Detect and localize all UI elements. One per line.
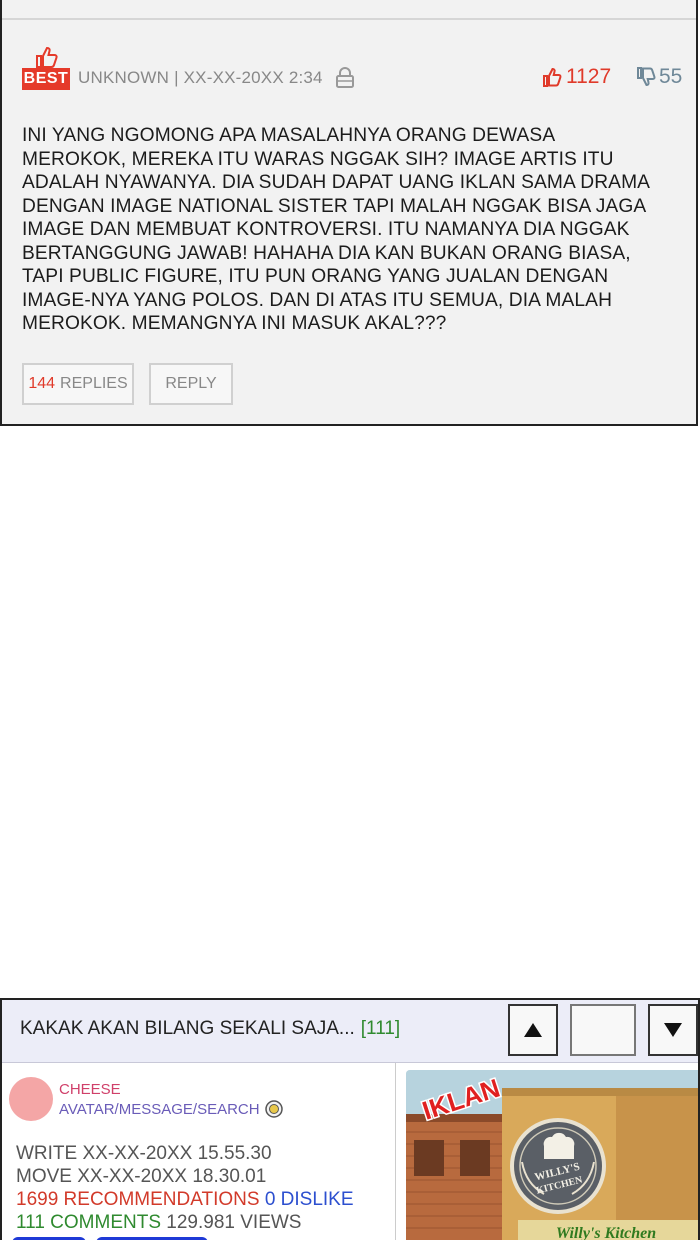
list-button[interactable] [570,1004,636,1056]
author-links-text: AVATAR/MESSAGE/SEARCH [59,1100,260,1118]
comment-author[interactable]: UNKNOWN [78,68,169,87]
replies-label: REPLIES [60,375,128,392]
comment-meta: UNKNOWN | XX-XX-20XX 2:34 [78,68,323,88]
best-badge: BEST [22,46,70,92]
comment-body: INI YANG NGOMONG APA MASALAHNYA ORANG DE… [22,125,651,334]
best-thumbs-up-icon [36,46,58,68]
post-title[interactable]: KAKAK AKAN BILANG SEKALI SAJA... [111] [20,1018,400,1040]
dislike-button[interactable]: 55 [636,64,682,90]
write-info: WRITE XX-XX-20XX 15.55.30 [16,1143,272,1165]
ad-storefront-text: Willy's Kitchen [556,1225,656,1240]
avatar[interactable] [9,1077,53,1121]
next-post-button[interactable] [648,1004,698,1056]
move-info: MOVE XX-XX-20XX 18.30.01 [16,1166,266,1188]
author-links[interactable]: AVATAR/MESSAGE/SEARCH [59,1100,283,1118]
like-button[interactable]: 1127 [542,64,611,90]
like-count: 1127 [566,65,612,88]
move-label: MOVE [16,1166,72,1187]
thumbs-down-icon [637,67,656,87]
replies-count: 144 [28,375,56,392]
divider [2,18,696,20]
arrow-down-icon [664,1023,682,1037]
column-divider [395,1063,396,1240]
recommendations: 1699 RECOMMENDATIONS [16,1189,260,1210]
views-total: 129.981 VIEWS [166,1212,302,1233]
ad-banner[interactable]: WILLY'S KITCHEN Willy's Kitchen IKLAN [406,1070,698,1240]
comment-timestamp: XX-XX-20XX 2:34 [183,68,323,87]
comments-total: 111 COMMENTS [16,1212,161,1233]
ad-illustration: WILLY'S KITCHEN Willy's Kitchen IKLAN [406,1070,698,1240]
comments-info: 111 COMMENTS 129.981 VIEWS [16,1212,301,1234]
best-comment-card: BEST UNKNOWN | XX-XX-20XX 2:34 1127 55 I… [0,0,698,426]
write-label: WRITE [16,1143,78,1164]
thumbs-up-icon [543,67,562,87]
reply-button[interactable]: REPLY [149,363,233,405]
coin-icon [264,1100,283,1118]
post-info: CHEESE AVATAR/MESSAGE/SEARCH WRITE XX-XX… [2,1063,396,1240]
lock-icon [336,67,354,88]
move-time: XX-XX-20XX 18.30.01 [77,1166,267,1187]
meta-separator: | [174,68,179,87]
post-header: KAKAK AKAN BILANG SEKALI SAJA... [111] [2,1000,698,1063]
dislike-total: 0 DISLIKE [264,1189,354,1210]
post-comment-count: [111] [360,1018,401,1039]
post-title-text: KAKAK AKAN BILANG SEKALI SAJA... [20,1018,355,1039]
previous-post-button[interactable] [508,1004,558,1056]
replies-button[interactable]: 144 REPLIES [22,363,134,405]
dislike-count: 55 [659,65,683,88]
post-card: KAKAK AKAN BILANG SEKALI SAJA... [111] CH… [0,998,700,1240]
write-time: XX-XX-20XX 15.55.30 [82,1143,272,1164]
post-author[interactable]: CHEESE [59,1081,121,1098]
best-label: BEST [22,68,70,90]
recommendation-info: 1699 RECOMMENDATIONS 0 DISLIKE [16,1189,354,1211]
arrow-up-icon [524,1023,542,1037]
